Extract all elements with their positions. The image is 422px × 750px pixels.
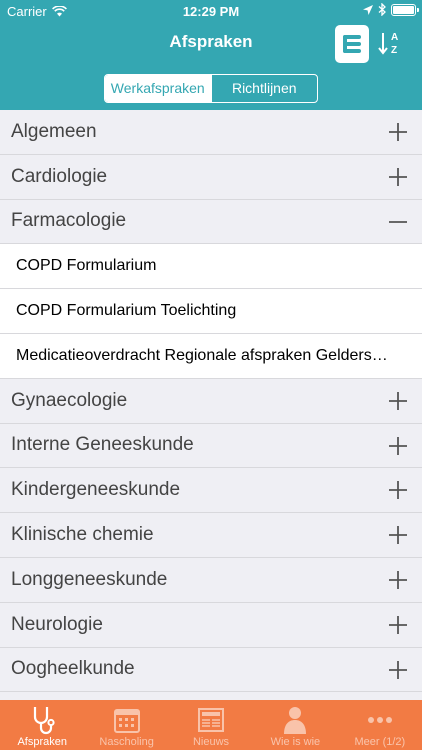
calendar-icon [111,704,143,736]
segmented-control: Werkafspraken Richtlijnen [104,74,318,103]
category-row[interactable]: Klinische chemie [0,513,422,558]
tab-meer-1-2[interactable]: Meer (1/2) [338,700,422,750]
category-label: Algemeen [11,120,97,142]
segment-richtlijnen[interactable]: Richtlijnen [210,75,318,102]
newspaper-icon [195,704,227,736]
expand-plus-icon[interactable] [388,122,408,142]
category-label: Gynaecologie [11,389,128,411]
expand-plus-icon[interactable] [388,391,408,411]
category-label: Cardiologie [11,165,108,187]
category-label: Kindergeneeskunde [11,479,181,501]
tab-afspraken[interactable]: Afspraken [0,700,84,750]
list-item-label: COPD Formularium [16,257,157,275]
list-view-button[interactable] [335,25,369,63]
sort-button[interactable]: A Z [377,28,403,58]
category-row[interactable]: Kindergeneeskunde [0,468,422,514]
expand-plus-icon[interactable] [388,167,408,187]
category-label: Longgeneeskunde [11,568,168,590]
expand-plus-icon[interactable] [388,436,408,456]
tab-label: Afspraken [17,736,67,748]
list-item[interactable]: COPD Formularium Toelichting [0,289,422,334]
person-icon [279,704,311,736]
category-row[interactable]: Algemeen [0,110,422,155]
category-row[interactable]: Longgeneeskunde [0,557,422,603]
list-item-label: Medicatieoverdracht Regionale afspraken … [16,346,395,364]
category-row[interactable]: Oogheelkunde [0,647,422,693]
location-icon [363,4,373,15]
sort-az-icon: A Z [378,32,398,56]
stethoscope-icon [26,704,58,736]
category-row[interactable]: Gynaecologie [0,378,422,424]
battery-icon [391,3,419,16]
tab-label: Nieuws [192,736,230,748]
more-icon [364,704,396,736]
tab-nieuws[interactable]: Nieuws [169,700,253,750]
tab-bar: Afspraken Nascholing Nieuws Wie is wie Meer … [0,700,422,750]
tab-wie-is-wie[interactable]: Wie is wie [253,700,337,750]
expand-plus-icon[interactable] [388,570,408,590]
sort-letter-z: Z [391,45,397,56]
sort-letter-a: A [391,32,398,43]
category-list: Algemeen Cardiologie Farmacologie COPD Form… [0,110,422,693]
list-view-icon [343,35,361,53]
status-bar: Carrier 12:29 PM [0,0,422,22]
tab-label: Wie is wie [270,736,321,748]
expand-plus-icon[interactable] [388,615,408,635]
expand-plus-icon[interactable] [388,480,408,500]
category-row[interactable]: Neurologie [0,602,422,648]
list-item[interactable]: COPD Formularium [0,244,422,290]
expand-plus-icon[interactable] [388,660,408,680]
category-row[interactable]: Cardiologie [0,154,422,200]
category-label: Oogheelkunde [11,658,135,680]
list-item-label: COPD Formularium Toelichting [16,302,237,320]
category-row[interactable]: Interne Geneeskunde [0,423,422,469]
tab-label: Meer (1/2) [354,736,406,748]
bluetooth-icon [378,3,386,16]
tab-label: Nascholing [99,736,154,748]
segment-werkafspraken[interactable]: Werkafspraken [105,75,211,102]
category-row[interactable]: Farmacologie [0,199,422,245]
category-label: Interne Geneeskunde [11,434,194,456]
list-item[interactable]: Medicatieoverdracht Regionale afspraken … [0,333,422,379]
category-label: Farmacologie [11,210,127,232]
category-label: Klinische chemie [11,524,154,546]
collapse-minus-icon[interactable] [388,212,408,232]
status-time: 12:29 PM [182,4,240,19]
category-label: Neurologie [11,613,103,635]
tab-nascholing[interactable]: Nascholing [84,700,168,750]
header: Carrier 12:29 PM Afspraken A Z Werkafspr… [0,0,422,110]
expand-plus-icon[interactable] [388,525,408,545]
